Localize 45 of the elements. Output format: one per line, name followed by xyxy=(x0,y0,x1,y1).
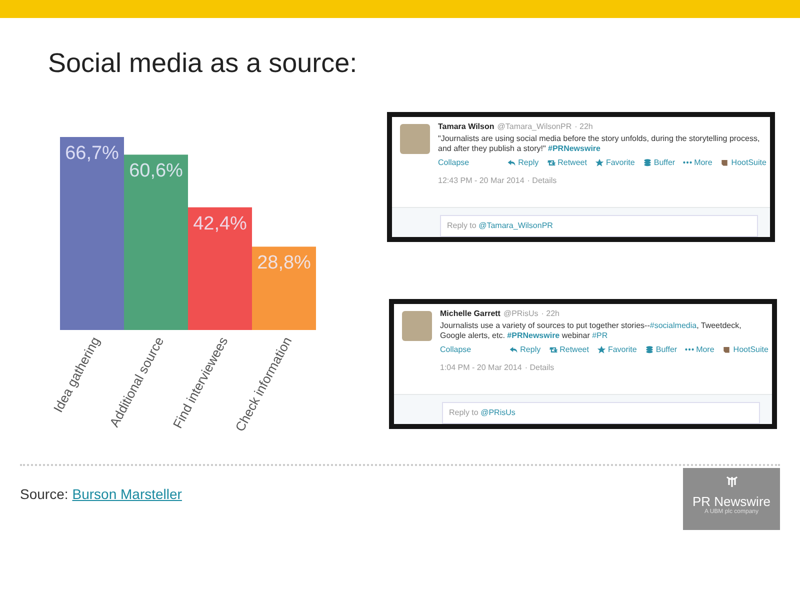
buffer-action[interactable]: Buffer xyxy=(644,344,678,354)
bar-value-label: 66,7% xyxy=(65,143,119,164)
collapse-link[interactable]: Collapse xyxy=(438,158,470,167)
reply-icon xyxy=(507,158,516,167)
source-label: Source: xyxy=(20,486,68,502)
details-link[interactable]: · Details xyxy=(527,176,557,185)
user-name[interactable]: Michelle Garrett xyxy=(440,309,500,318)
bar-value-label: 42,4% xyxy=(193,213,247,234)
retweet-action[interactable]: Retweet xyxy=(546,158,587,167)
tweet-timestamp: 12:43 PM - 20 Mar 2014 xyxy=(438,176,524,185)
tweet-text: "Journalists are using social media before the story unfolds, during the storytelling process, and after they publish a story!" #PRNewswire xyxy=(438,134,761,155)
avatar-placeholder xyxy=(402,311,432,341)
tweet-text: Journalists use a variety of sources to put together stories--#socialmedia, Tweetdeck, Google alerts, etc. #PRNewswire webinar #PR xyxy=(440,321,742,342)
hootsuite-action[interactable]: HootSuite xyxy=(722,344,768,354)
tweet-age: · 22h xyxy=(541,309,560,318)
reply-action[interactable]: Reply xyxy=(507,158,539,167)
more-action[interactable]: More xyxy=(685,344,714,354)
details-link[interactable]: · Details xyxy=(524,362,554,372)
bar-value-label: 60,6% xyxy=(129,160,183,182)
favorite-icon xyxy=(594,158,604,167)
avatar-placeholder xyxy=(400,124,430,154)
reply-icon xyxy=(509,344,518,354)
buffer-icon xyxy=(644,344,654,354)
buffer-action[interactable]: Buffer xyxy=(642,158,676,167)
retweet-icon xyxy=(546,158,556,167)
more-action[interactable]: More xyxy=(683,158,712,167)
user-name[interactable]: Tamara Wilson xyxy=(438,122,494,131)
bar-value-label: 28,8% xyxy=(257,252,311,274)
retweet-action[interactable]: Retweet xyxy=(548,344,589,354)
tweet-timestamp: 1:04 PM - 20 Mar 2014 xyxy=(440,362,522,372)
favorite-icon xyxy=(596,344,606,354)
user-handle: @Tamara_WilsonPR xyxy=(497,122,572,131)
favorite-action[interactable]: Favorite xyxy=(594,158,635,167)
slide-title: Social media as a source: xyxy=(48,48,358,80)
reply-action[interactable]: Reply xyxy=(509,344,541,354)
reply-field[interactable]: Reply to @PRisUs xyxy=(442,402,760,424)
collapse-link[interactable]: Collapse xyxy=(440,344,472,354)
reply-field[interactable]: Reply to @Tamara_WilsonPR xyxy=(440,215,758,237)
user-handle: @PRisUs xyxy=(503,309,538,318)
source-link[interactable]: Burson Marsteller xyxy=(72,486,182,502)
buffer-icon xyxy=(642,158,652,167)
hootsuite-action[interactable]: HootSuite xyxy=(720,158,766,167)
favorite-action[interactable]: Favorite xyxy=(596,344,637,354)
retweet-icon xyxy=(548,344,558,354)
tweet-age: · 22h xyxy=(574,122,593,131)
